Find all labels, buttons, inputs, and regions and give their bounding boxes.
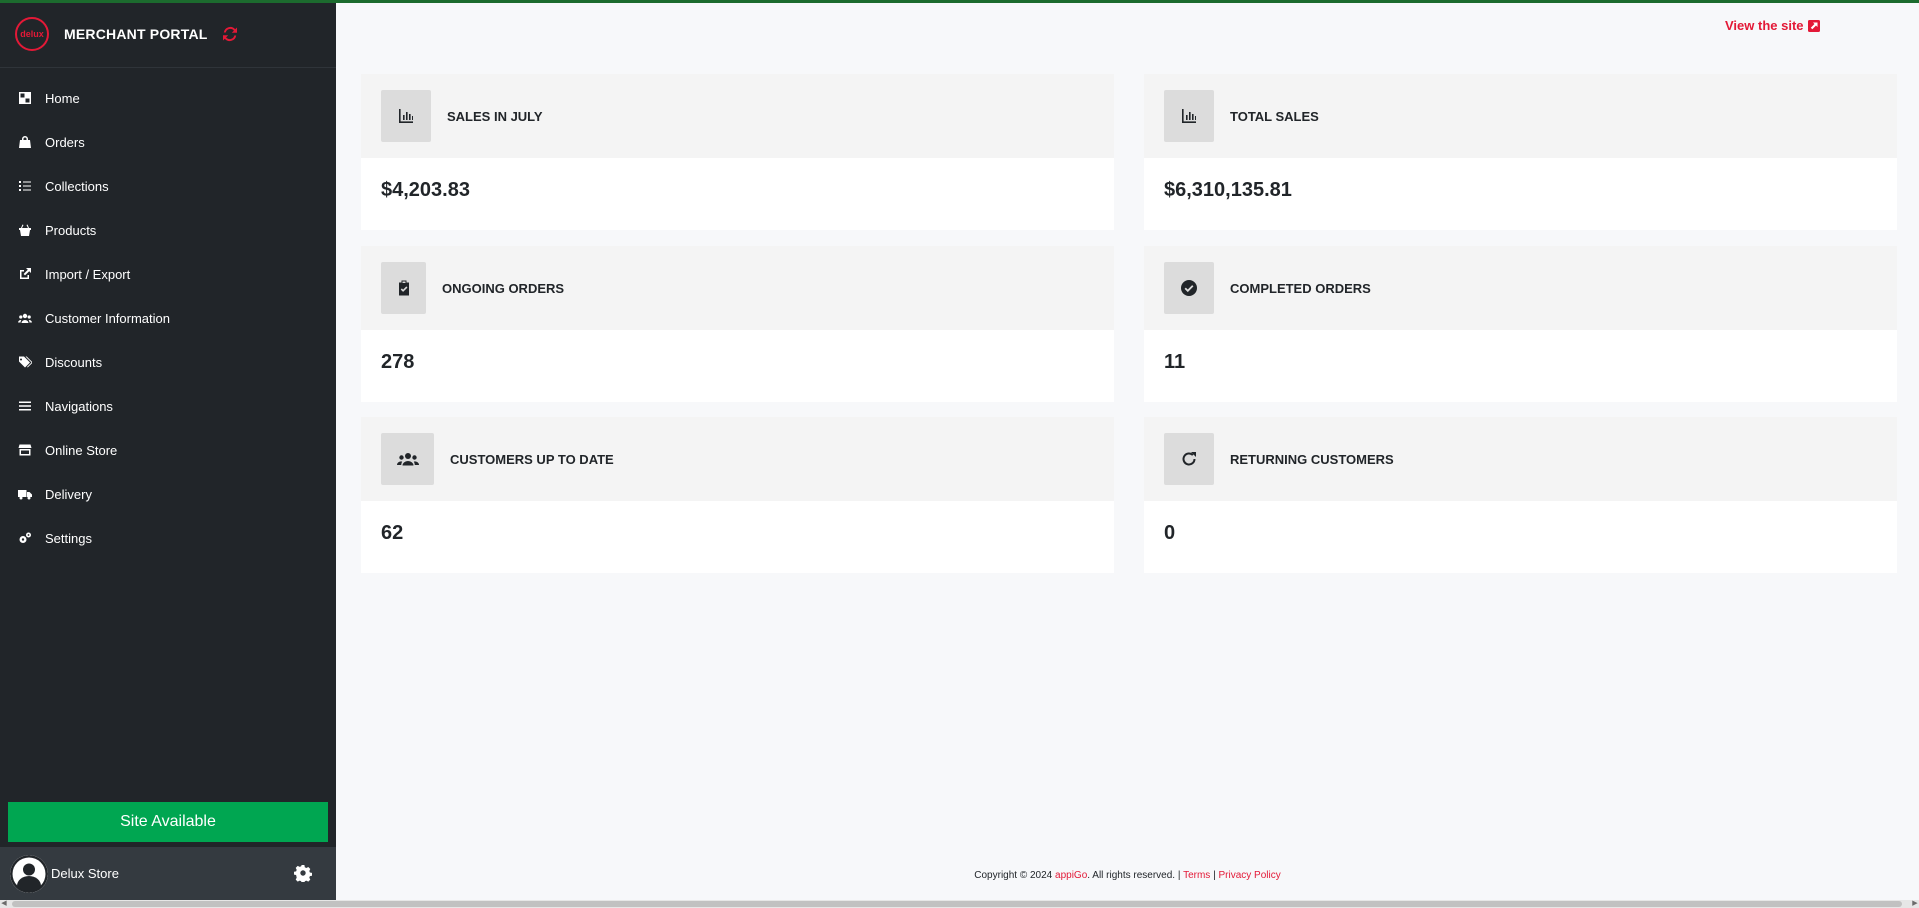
stat-card-customers: CUSTOMERS UP TO DATE 62 — [361, 417, 1114, 573]
sidebar-item-label: Products — [45, 222, 97, 238]
footer-copyright: Copyright © 2024 — [974, 870, 1053, 881]
footer: Copyright © 2024 appiGo. All rights rese… — [336, 870, 1919, 881]
avatar[interactable] — [10, 854, 48, 893]
sidebar-item-label: Online Store — [45, 442, 118, 458]
card-title: CUSTOMERS UP TO DATE — [450, 451, 614, 467]
card-title: TOTAL SALES — [1230, 108, 1319, 124]
brand: delux MERCHANT PORTAL — [0, 0, 336, 68]
card-title: ONGOING ORDERS — [442, 280, 565, 296]
sidebar-nav: Home Orders Collections Products Import … — [0, 76, 336, 560]
sidebar-item-discounts[interactable]: Discounts — [0, 340, 336, 384]
clipboard-check-icon — [381, 262, 426, 314]
sidebar-item-home[interactable]: Home — [0, 76, 336, 120]
card-title: COMPLETED ORDERS — [1230, 280, 1371, 296]
view-site-link[interactable]: View the site — [1725, 18, 1820, 33]
stat-card-ongoing-orders: ONGOING ORDERS 278 — [361, 246, 1114, 402]
sidebar-item-collections[interactable]: Collections — [0, 164, 336, 208]
chart-icon — [381, 90, 431, 142]
sidebar-item-online-store[interactable]: Online Store — [0, 428, 336, 472]
card-value: $6,310,135.81 — [1164, 179, 1292, 201]
user-name: Delux Store — [51, 866, 119, 881]
card-title: SALES IN JULY — [447, 108, 543, 124]
footer-rights: . All rights reserved. | — [1087, 870, 1181, 881]
sidebar-item-label: Discounts — [45, 354, 103, 370]
sidebar-item-label: Import / Export — [45, 266, 131, 282]
footer-separator: | — [1213, 870, 1216, 881]
list-icon — [18, 179, 32, 193]
horizontal-scrollbar[interactable]: ◀ ▶ — [0, 900, 1919, 908]
external-link-icon — [1807, 19, 1820, 32]
gears-icon — [18, 531, 32, 545]
footer-terms-link[interactable]: Terms — [1183, 870, 1210, 881]
bag-icon — [18, 135, 32, 149]
redo-icon — [1164, 433, 1214, 485]
scroll-left-icon[interactable]: ◀ — [0, 900, 8, 908]
sidebar-item-navigations[interactable]: Navigations — [0, 384, 336, 428]
card-value: 11 — [1164, 351, 1186, 373]
site-available-button[interactable]: Site Available — [8, 802, 328, 842]
external-link-icon — [18, 267, 32, 281]
card-value: $4,203.83 — [381, 179, 470, 201]
sidebar-item-label: Orders — [45, 134, 85, 150]
sidebar-item-label: Navigations — [45, 398, 113, 414]
tags-icon — [18, 355, 32, 369]
brand-title: MERCHANT PORTAL — [64, 25, 208, 42]
view-site-label: View the site — [1725, 18, 1804, 33]
truck-icon — [18, 487, 32, 501]
scrollbar-thumb[interactable] — [12, 901, 1902, 907]
scroll-right-icon[interactable]: ▶ — [1911, 900, 1919, 908]
card-value: 62 — [381, 522, 404, 544]
sidebar-item-label: Settings — [45, 530, 92, 546]
top-accent-bar — [0, 0, 1919, 3]
check-circle-icon — [1164, 262, 1214, 314]
stat-card-sales-july: SALES IN JULY $4,203.83 — [361, 74, 1114, 230]
sidebar-item-import-export[interactable]: Import / Export — [0, 252, 336, 296]
home-icon — [18, 91, 32, 105]
sidebar-item-label: Delivery — [45, 486, 92, 502]
sidebar-item-products[interactable]: Products — [0, 208, 336, 252]
brand-logo[interactable]: delux — [15, 16, 49, 51]
menu-icon — [18, 399, 32, 413]
user-avatar-icon — [10, 854, 48, 893]
card-value: 0 — [1164, 522, 1176, 544]
stat-card-total-sales: TOTAL SALES $6,310,135.81 — [1144, 74, 1897, 230]
footer-company-link[interactable]: appiGo — [1055, 870, 1087, 881]
chart-icon — [1164, 90, 1214, 142]
gear-icon[interactable] — [294, 864, 312, 884]
basket-icon — [18, 223, 32, 237]
stat-card-returning-customers: RETURNING CUSTOMERS 0 — [1144, 417, 1897, 573]
sidebar-item-orders[interactable]: Orders — [0, 120, 336, 164]
sidebar: delux MERCHANT PORTAL Home Orders Collec… — [0, 0, 336, 900]
stat-card-completed-orders: COMPLETED ORDERS 11 — [1144, 246, 1897, 402]
card-title: RETURNING CUSTOMERS — [1230, 451, 1394, 467]
store-icon — [18, 443, 32, 457]
sidebar-item-settings[interactable]: Settings — [0, 516, 336, 560]
card-value: 278 — [381, 351, 415, 373]
sidebar-item-customer-information[interactable]: Customer Information — [0, 296, 336, 340]
users-icon — [18, 311, 32, 325]
user-bar: Delux Store — [0, 847, 336, 900]
sidebar-item-label: Home — [45, 90, 80, 106]
refresh-icon[interactable] — [222, 26, 238, 42]
footer-privacy-link[interactable]: Privacy Policy — [1218, 870, 1280, 881]
users-icon — [381, 433, 434, 485]
sidebar-item-label: Collections — [45, 178, 109, 194]
sidebar-item-delivery[interactable]: Delivery — [0, 472, 336, 516]
brand-logo-text: delux — [20, 28, 44, 39]
sidebar-item-label: Customer Information — [45, 310, 170, 326]
